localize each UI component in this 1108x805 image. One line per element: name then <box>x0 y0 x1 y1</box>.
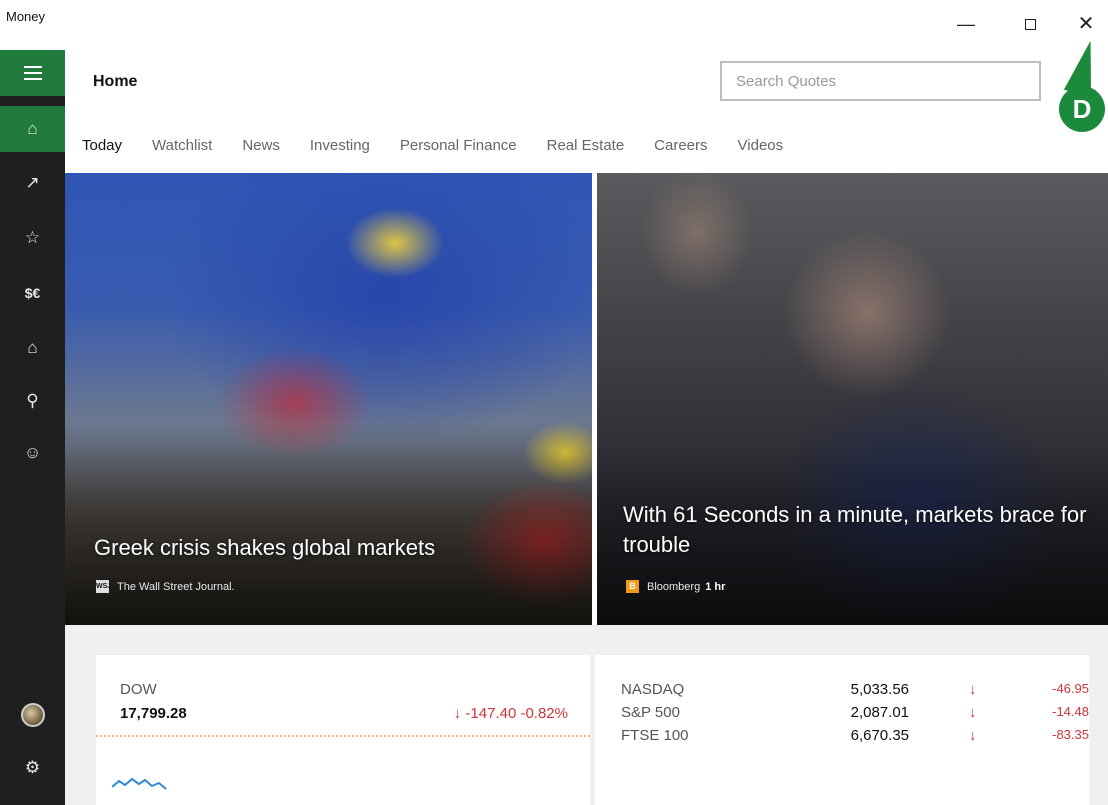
down-arrow-icon: ↓ <box>969 681 977 698</box>
index-name: FTSE 100 <box>621 727 689 744</box>
star-icon: ☆ <box>24 228 41 247</box>
rail-item-markets[interactable]: ↗ <box>0 160 65 206</box>
index-change: -46.95 <box>1052 681 1089 696</box>
maximize-button[interactable] <box>1012 10 1048 38</box>
dow-card[interactable]: DOW 17,799.28 ↓ -147.40 -0.82% <box>96 655 590 805</box>
house-dollar-icon: ⌂ <box>27 338 38 357</box>
section-tabs: Today Watchlist News Investing Personal … <box>82 130 813 160</box>
tab-today[interactable]: Today <box>82 137 122 154</box>
previous-close-line <box>96 735 590 737</box>
gear-icon: ⚙ <box>24 758 41 777</box>
hero-story-greek-crisis[interactable]: Greek crisis shakes global markets WSJ T… <box>65 173 592 625</box>
index-change: -83.35 <box>1052 727 1089 742</box>
index-name: NASDAQ <box>621 681 685 698</box>
indices-card[interactable]: NASDAQ 5,033.56 ↓ -46.95 S&P 500 2,087.0… <box>595 655 1089 805</box>
home-icon: ⌂ <box>27 119 38 138</box>
index-value: 2,087.01 <box>850 704 909 721</box>
index-value: 17,799.28 <box>120 705 187 722</box>
minimize-button[interactable]: — <box>948 10 984 38</box>
search-input[interactable] <box>722 63 1039 99</box>
wsj-logo-icon: WSJ <box>96 580 111 593</box>
hero-headline: With 61 Seconds in a minute, markets bra… <box>623 502 1087 557</box>
index-change: -14.48 <box>1052 704 1089 719</box>
index-row[interactable]: FTSE 100 6,670.35 ↓ -83.35 <box>595 727 1089 749</box>
tab-investing[interactable]: Investing <box>310 137 370 154</box>
avatar <box>20 703 45 727</box>
close-button[interactable]: ✕ <box>1068 10 1104 38</box>
minimize-icon: — <box>957 14 975 34</box>
index-value: 5,033.56 <box>850 681 909 698</box>
index-name: DOW <box>120 681 157 698</box>
rail-item-feedback[interactable]: ☺ <box>0 430 65 476</box>
index-row[interactable]: NASDAQ 5,033.56 ↓ -46.95 <box>595 681 1089 703</box>
index-row[interactable]: S&P 500 2,087.01 ↓ -14.48 <box>595 704 1089 726</box>
tab-careers[interactable]: Careers <box>654 137 707 154</box>
tab-personal-finance[interactable]: Personal Finance <box>400 137 517 154</box>
rail-item-mortgage[interactable]: ⌂ <box>0 325 65 371</box>
maximize-icon <box>1024 19 1036 30</box>
hamburger-icon <box>23 64 42 82</box>
tab-news[interactable]: News <box>242 137 280 154</box>
news-icon: ⚲ <box>26 391 39 410</box>
hero-source-name: The Wall Street Journal. <box>117 580 235 593</box>
rail-item-home[interactable]: ⌂ <box>0 106 65 152</box>
smiley-icon: ☺ <box>23 443 42 462</box>
hamburger-button[interactable] <box>0 50 65 96</box>
rail-item-currencies[interactable]: $€ <box>0 270 65 316</box>
hero-story-markets-brace[interactable]: With 61 Seconds in a minute, markets bra… <box>597 173 1108 625</box>
hero-age: 1 hr <box>705 580 726 593</box>
step-callout: D <box>1059 86 1105 132</box>
down-arrow-icon: ↓ <box>969 704 977 721</box>
index-value: 6,670.35 <box>850 727 909 744</box>
trend-up-icon: ↗ <box>25 173 40 192</box>
currency-icon: $€ <box>24 285 41 301</box>
app-title: Money <box>6 9 46 24</box>
hero-source-name: Bloomberg <box>647 580 701 593</box>
nav-rail: ⌂ ↗ ☆ $€ ⌂ ⚲ ☺ ⚙ <box>0 50 65 805</box>
rail-item-watchlist[interactable]: ☆ <box>0 215 65 261</box>
index-change: ↓ -147.40 -0.82% <box>453 705 568 722</box>
close-icon: ✕ <box>1077 13 1095 35</box>
tab-real-estate[interactable]: Real Estate <box>547 137 625 154</box>
bloomberg-logo-icon: B <box>626 580 639 593</box>
hero-source: WSJ The Wall Street Journal. <box>96 580 235 593</box>
page-title: Home <box>93 73 138 90</box>
hero-headline: Greek crisis shakes global markets <box>94 535 436 560</box>
rail-item-news[interactable]: ⚲ <box>0 378 65 424</box>
down-arrow-icon: ↓ <box>969 727 977 744</box>
index-name: S&P 500 <box>621 704 680 721</box>
tab-videos[interactable]: Videos <box>738 137 784 154</box>
window-title-bar: Money — ✕ <box>0 0 1108 50</box>
rail-item-settings[interactable]: ⚙ <box>0 745 65 791</box>
tab-watchlist[interactable]: Watchlist <box>152 137 212 154</box>
rail-item-account[interactable] <box>0 692 65 738</box>
hero-source: B Bloomberg 1 hr <box>626 580 725 593</box>
dow-sparkline <box>112 777 167 790</box>
search-box[interactable] <box>720 61 1041 101</box>
